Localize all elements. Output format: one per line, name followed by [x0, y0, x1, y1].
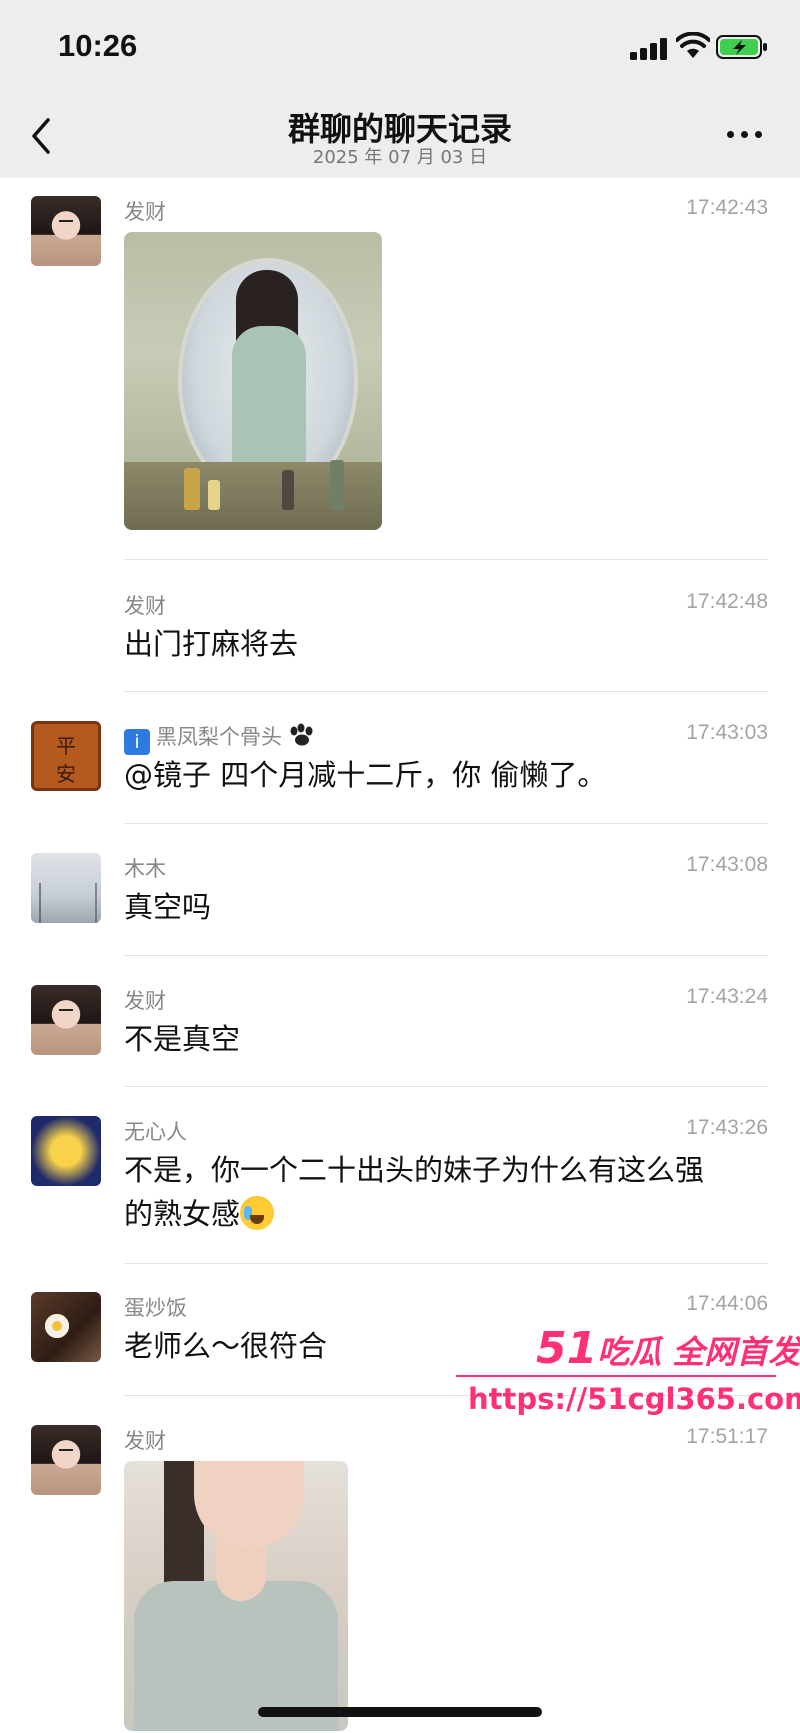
- avatar[interactable]: 平 安: [31, 721, 101, 791]
- message-text: @镜子 四个月减十二斤，你 偷懒了。: [124, 758, 607, 792]
- photo-message-selfie[interactable]: [124, 1461, 348, 1731]
- divider: [124, 955, 768, 956]
- sender-name: 无心人: [124, 1120, 187, 1144]
- divider: [124, 559, 768, 560]
- message-text: 出门打麻将去: [124, 627, 299, 661]
- divider: [124, 823, 768, 824]
- sender-name: 木木: [124, 857, 166, 881]
- sender-name: 发财: [124, 594, 166, 618]
- message-text-line-row: 的熟女感: [124, 1192, 774, 1236]
- sender-name: 发财: [124, 200, 166, 224]
- message-time: 17:43:03: [686, 721, 768, 744]
- message-text: 不是真空: [124, 1022, 241, 1056]
- avatar-text-top: 平: [56, 734, 76, 758]
- message-time: 17:42:48: [686, 590, 768, 613]
- home-indicator[interactable]: [258, 1707, 542, 1717]
- avatar[interactable]: [31, 1116, 101, 1186]
- sender-name: 蛋炒饭: [124, 1296, 187, 1320]
- message-text-line: 的熟女感: [124, 1197, 241, 1231]
- watermark-underline: [456, 1375, 776, 1377]
- divider: [124, 691, 768, 692]
- sender-name: 黑凤梨个骨头: [156, 725, 282, 749]
- avatar[interactable]: [31, 853, 101, 923]
- watermark-url: https://51cgl365.com: [468, 1382, 800, 1416]
- message-time: 17:43:08: [686, 853, 768, 876]
- navigation-header: 10:26 群聊的聊天记录 2025 年 07 月 03 日: [0, 0, 800, 178]
- watermark-brand-number: 51: [536, 1323, 598, 1374]
- avatar[interactable]: [31, 196, 101, 266]
- chat-date: 2025 年 07 月 03 日: [312, 147, 488, 168]
- paw-icon: [290, 723, 313, 746]
- avatar-text-bottom: 安: [56, 762, 76, 786]
- person-badge-icon: i: [124, 729, 150, 755]
- wifi-icon: [676, 32, 710, 58]
- message-time: 17:43:24: [686, 985, 768, 1008]
- battery-charging-icon: [716, 35, 767, 59]
- avatar[interactable]: [31, 1292, 101, 1362]
- message-text: 不是，你一个二十出头的妹子为什么有这么强 的熟女感: [124, 1148, 774, 1236]
- crying-laughing-emoji-icon: [240, 1196, 275, 1230]
- watermark-brand-text: 吃瓜 全网首发: [597, 1333, 800, 1371]
- message-text-line: 不是，你一个二十出头的妹子为什么有这么强: [124, 1153, 705, 1187]
- divider: [124, 1263, 768, 1264]
- message-time: 17:43:26: [686, 1116, 768, 1139]
- message-time: 17:51:17: [686, 1425, 768, 1448]
- photo-message-mirror-selfie[interactable]: [124, 232, 382, 530]
- sender-name: 发财: [124, 1429, 166, 1453]
- sender-name-row: i 黑凤梨个骨头: [124, 721, 316, 755]
- watermark-brand: 51吃瓜 全网首发: [536, 1323, 800, 1374]
- message-time: 17:44:06: [686, 1292, 768, 1315]
- status-time: 10:26: [58, 28, 138, 63]
- message-text: 真空吗: [124, 890, 212, 924]
- more-options-icon[interactable]: [727, 131, 767, 141]
- divider: [124, 1086, 768, 1087]
- message-time: 17:42:43: [686, 196, 768, 219]
- avatar[interactable]: [31, 1425, 101, 1495]
- avatar[interactable]: [31, 985, 101, 1055]
- cellular-signal-icon: [630, 36, 668, 60]
- sender-name: 发财: [124, 989, 166, 1013]
